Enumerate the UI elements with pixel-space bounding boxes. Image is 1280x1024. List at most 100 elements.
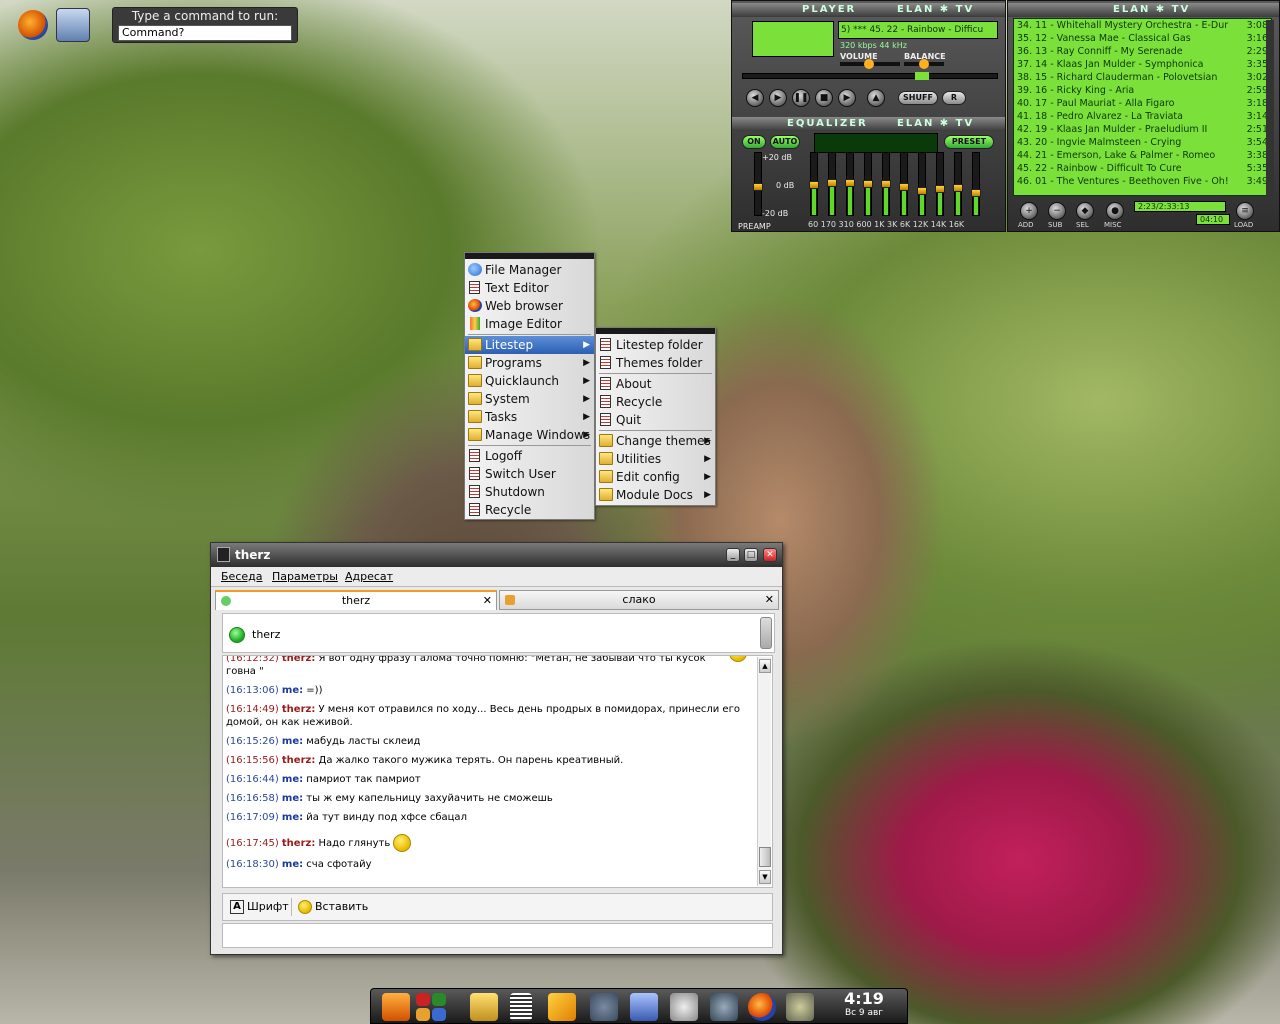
- menu-item-shutdown[interactable]: Shutdown: [465, 483, 594, 501]
- eq-knob[interactable]: [971, 189, 981, 197]
- preamp-knob[interactable]: [753, 183, 763, 191]
- eject-button[interactable]: ▲: [867, 89, 885, 107]
- stop-button[interactable]: ■: [815, 89, 833, 107]
- notes-icon[interactable]: [630, 993, 658, 1021]
- menu-item-switch-user[interactable]: Switch User: [465, 465, 594, 483]
- maximize-button[interactable]: □: [744, 548, 758, 562]
- security-icon[interactable]: [416, 993, 430, 1006]
- playlist-item[interactable]: 42. 19 - Klaas Jan Mulder - Praeludium I…: [1014, 123, 1271, 136]
- menu-item-file-manager[interactable]: File Manager: [465, 261, 594, 279]
- playlist-item[interactable]: 39. 16 - Ricky King - Aria 2:59: [1014, 84, 1271, 97]
- seek-bar[interactable]: [742, 72, 998, 80]
- kde-menu-icon[interactable]: [382, 993, 410, 1021]
- gimp-icon[interactable]: [786, 993, 814, 1021]
- playlist-item[interactable]: 38. 15 - Richard Clauderman - Polovetsia…: [1014, 71, 1271, 84]
- menu-item-system[interactable]: System ▶: [465, 390, 594, 408]
- scroll-up-icon[interactable]: ▲: [759, 659, 771, 673]
- eq-band-16k[interactable]: [971, 152, 981, 216]
- menu-buddy[interactable]: Адресат: [345, 570, 393, 583]
- tray-app-icon[interactable]: [432, 1008, 446, 1021]
- message-log-scrollbar[interactable]: ▲ ▼: [757, 657, 771, 886]
- tab-slako[interactable]: слако ✕: [499, 590, 779, 610]
- player-title-bar[interactable]: PLAYER ELAN ✱ TV: [732, 3, 1005, 17]
- playlist-item[interactable]: 46. 01 - The Ventures - Beethoven Five -…: [1014, 175, 1271, 188]
- balance-slider[interactable]: [904, 59, 944, 69]
- menu-item-quicklaunch[interactable]: Quicklaunch ▶: [465, 372, 594, 390]
- eq-band-1k[interactable]: [881, 152, 891, 216]
- firefox-icon[interactable]: [18, 10, 48, 40]
- menu-item-litestep[interactable]: Litestep ▶: [465, 336, 594, 354]
- balance-knob[interactable]: [919, 59, 929, 69]
- tab-close-icon[interactable]: ✕: [765, 591, 774, 609]
- pidgin-icon[interactable]: [590, 993, 618, 1021]
- chat-title-bar[interactable]: therz _ □ ✕: [211, 543, 782, 567]
- insert-button[interactable]: Вставить: [298, 900, 368, 914]
- buddy-icon[interactable]: [760, 617, 772, 649]
- eq-band-170[interactable]: [827, 152, 837, 216]
- repeat-button[interactable]: R: [942, 91, 966, 105]
- firefox-icon[interactable]: [748, 993, 776, 1021]
- playlist-item[interactable]: 43. 20 - Ingvie Malmsteen - Crying 3:54: [1014, 136, 1271, 149]
- menu-item-logoff[interactable]: Logoff: [465, 447, 594, 465]
- command-input[interactable]: Command?: [118, 25, 292, 41]
- tab-therz[interactable]: therz ✕: [215, 590, 497, 610]
- eq-on-button[interactable]: ON: [742, 135, 766, 149]
- playlist-item[interactable]: 41. 18 - Pedro Alvarez - La Traviata 3:14: [1014, 110, 1271, 123]
- shuffle-button[interactable]: SHUFF: [898, 91, 938, 105]
- playlist-item[interactable]: 36. 13 - Ray Conniff - My Serenade 2:29: [1014, 45, 1271, 58]
- misc-button[interactable]: ●: [1106, 202, 1124, 220]
- eq-knob[interactable]: [827, 179, 837, 187]
- lightning-icon[interactable]: [548, 993, 576, 1021]
- flash-icon[interactable]: [710, 993, 738, 1021]
- play-button[interactable]: ▶: [769, 89, 787, 107]
- eq-knob[interactable]: [953, 184, 963, 192]
- playlist-title-bar[interactable]: ELAN ✱ TV: [1008, 3, 1279, 17]
- playlist-item[interactable]: 34. 11 - Whitehall Mystery Orchestra - E…: [1014, 19, 1271, 32]
- eq-knob[interactable]: [935, 185, 945, 193]
- volume-knob[interactable]: [864, 59, 874, 69]
- submenu-item-litestep-folder[interactable]: Litestep folder: [596, 336, 715, 354]
- message-input[interactable]: [222, 923, 773, 948]
- menu-item-image-editor[interactable]: Image Editor: [465, 315, 594, 333]
- menu-item-manage-windows[interactable]: Manage Windows ▶: [465, 426, 594, 444]
- eq-knob[interactable]: [863, 180, 873, 188]
- submenu-item-recycle[interactable]: Recycle: [596, 393, 715, 411]
- pause-button[interactable]: ❚❚: [792, 89, 810, 107]
- terminal-icon[interactable]: [510, 993, 532, 1021]
- taskbar-clock[interactable]: 4:19 Вс 9 авг: [828, 990, 900, 1022]
- scroll-thumb[interactable]: [759, 847, 771, 867]
- eq-knob[interactable]: [899, 183, 909, 191]
- minimize-button[interactable]: _: [726, 548, 740, 562]
- eq-preset-button[interactable]: PRESET: [944, 135, 994, 149]
- seek-knob[interactable]: [915, 72, 929, 80]
- playlist-item[interactable]: 37. 14 - Klaas Jan Mulder - Symphonica 3:…: [1014, 58, 1271, 71]
- eq-band-3k[interactable]: [899, 152, 909, 216]
- menu-options[interactable]: Параметры: [272, 570, 338, 583]
- scroll-down-icon[interactable]: ▼: [759, 870, 771, 884]
- playlist-item[interactable]: 40. 17 - Paul Mauriat - Alla Figaro 3:18: [1014, 97, 1271, 110]
- eq-band-60[interactable]: [809, 152, 819, 216]
- submenu-item-change-themes[interactable]: Change themes ▶: [596, 432, 715, 450]
- menu-item-recycle[interactable]: Recycle: [465, 501, 594, 519]
- eq-knob[interactable]: [881, 180, 891, 188]
- menu-conversation[interactable]: Беседа: [221, 570, 262, 583]
- load-button[interactable]: ≡: [1236, 202, 1254, 220]
- submenu-item-utilities[interactable]: Utilities ▶: [596, 450, 715, 468]
- eq-band-600[interactable]: [863, 152, 873, 216]
- font-button[interactable]: A Шрифт: [230, 900, 289, 914]
- eq-knob[interactable]: [809, 181, 819, 189]
- eq-knob[interactable]: [917, 187, 927, 195]
- eq-band-310[interactable]: [845, 152, 855, 216]
- submenu-item-edit-config[interactable]: Edit config ▶: [596, 468, 715, 486]
- preamp-slider[interactable]: [753, 152, 763, 216]
- sub-button[interactable]: −: [1048, 202, 1066, 220]
- updates-icon[interactable]: [416, 1008, 430, 1021]
- prev-button[interactable]: ◀: [746, 89, 764, 107]
- message-log[interactable]: (16:12:32) therz: Я вот одну фразу Галом…: [222, 655, 773, 888]
- playlist-item[interactable]: 44. 21 - Emerson, Lake & Palmer - Romeo 3…: [1014, 149, 1271, 162]
- folder-icon[interactable]: [470, 993, 498, 1021]
- submenu-item-quit[interactable]: Quit: [596, 411, 715, 429]
- eq-knob[interactable]: [845, 179, 855, 187]
- eq-auto-button[interactable]: AUTO: [770, 135, 800, 149]
- network-icon[interactable]: [432, 993, 446, 1006]
